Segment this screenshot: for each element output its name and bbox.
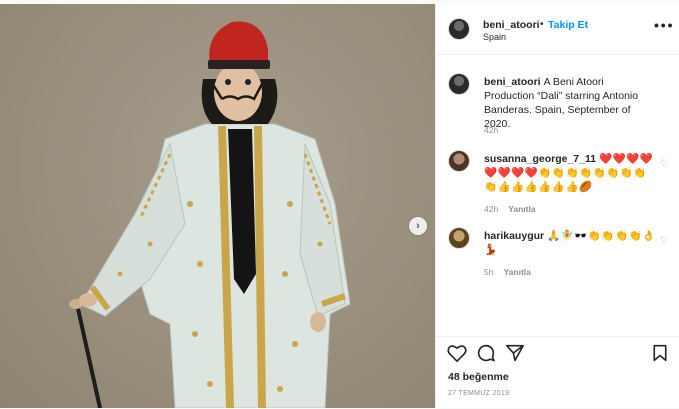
post-actions: 48 beğenme 27 TEMMUZ 2019 bbox=[436, 336, 679, 409]
comment-text: harikauygur 🙏🧚🕶️👏👏👏👏👌💃 bbox=[484, 229, 656, 257]
avatar[interactable] bbox=[448, 73, 470, 95]
likes-count[interactable]: 48 beğenme bbox=[448, 371, 509, 383]
avatar[interactable] bbox=[448, 150, 470, 172]
top-crop-strip: ▔▔▔▔▔ ▔▔ bbox=[0, 0, 679, 4]
comment-meta: 5h Yanıtla bbox=[484, 267, 531, 277]
cropped-text-fragment: ▔▔▔▔▔ ▔▔ bbox=[4, 0, 63, 5]
comment-meta: 42h Yanıtla bbox=[484, 204, 536, 214]
caption-time[interactable]: 42h bbox=[484, 125, 498, 135]
location-link[interactable]: Spain bbox=[483, 32, 506, 42]
avatar[interactable] bbox=[448, 18, 470, 40]
comments-list: beni_atoori A Beni Atoori Production “Dal… bbox=[436, 55, 679, 337]
comment-like-icon[interactable]: ♡ bbox=[660, 235, 668, 246]
caption-username[interactable]: beni_atoori bbox=[484, 76, 541, 88]
photo-illustration bbox=[69, 21, 351, 408]
bookmark-icon[interactable] bbox=[652, 344, 668, 362]
post-detail-panel: beni_atoori • Takip Et Spain • • • beni_… bbox=[435, 4, 679, 408]
follow-button[interactable]: Takip Et bbox=[548, 19, 588, 31]
post-photo[interactable]: › bbox=[0, 4, 435, 408]
reply-button[interactable]: Yanıtla bbox=[508, 204, 535, 214]
comment-text: susanna_george_7_11 ❤️❤️❤️❤️❤️❤️❤️❤️👏👏👏👏👏… bbox=[484, 152, 656, 194]
comment-username[interactable]: susanna_george_7_11 bbox=[484, 153, 596, 165]
post-header: beni_atoori • Takip Et Spain • • • bbox=[436, 4, 679, 55]
post-date[interactable]: 27 TEMMUZ 2019 bbox=[448, 390, 509, 397]
avatar[interactable] bbox=[448, 227, 470, 249]
comment-like-icon[interactable]: ♡ bbox=[660, 158, 668, 169]
comment-time[interactable]: 5h bbox=[484, 267, 493, 277]
caption-text: beni_atoori A Beni Atoori Production “Dal… bbox=[484, 75, 656, 131]
more-options-icon[interactable]: • • • bbox=[654, 18, 673, 32]
share-icon[interactable] bbox=[505, 344, 525, 362]
chevron-right-icon: › bbox=[416, 220, 420, 232]
comment-time[interactable]: 42h bbox=[484, 204, 498, 214]
caption-meta: 42h bbox=[484, 125, 498, 135]
heart-icon[interactable] bbox=[447, 344, 467, 362]
comment-username[interactable]: harikauygur bbox=[484, 230, 544, 242]
comment-icon[interactable] bbox=[476, 344, 496, 362]
next-image-button[interactable]: › bbox=[409, 217, 427, 235]
separator-dot: • bbox=[540, 19, 544, 30]
post-username[interactable]: beni_atoori bbox=[483, 19, 540, 31]
reply-button[interactable]: Yanıtla bbox=[503, 267, 530, 277]
